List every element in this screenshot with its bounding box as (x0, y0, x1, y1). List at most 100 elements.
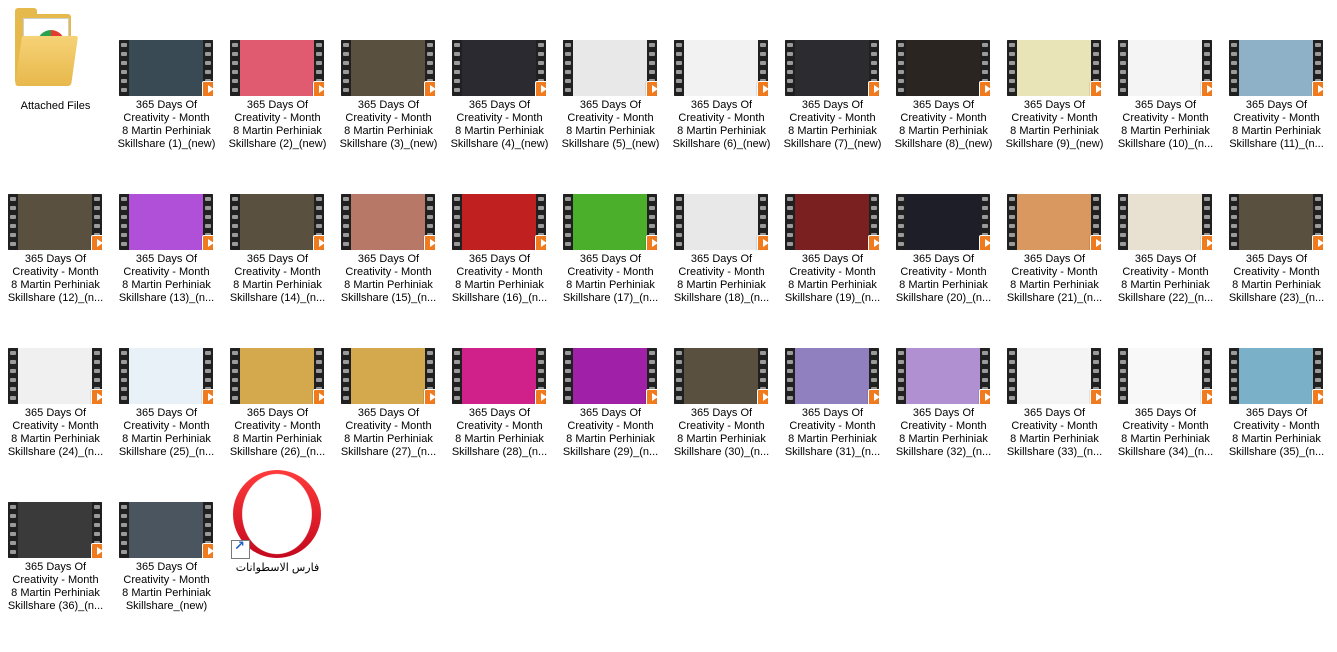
video-thumbnail (230, 40, 324, 96)
video-file-item[interactable]: 365 Days Of Creativity - Month 8 Martin … (444, 348, 555, 498)
video-file-item[interactable]: 365 Days Of Creativity - Month 8 Martin … (444, 40, 555, 190)
video-file-item[interactable]: 365 Days Of Creativity - Month 8 Martin … (666, 194, 777, 344)
video-thumbnail (563, 194, 657, 250)
video-file-label: 365 Days Of Creativity - Month 8 Martin … (673, 407, 770, 458)
play-badge-icon (646, 81, 657, 96)
video-file-item[interactable]: 365 Days Of Creativity - Month 8 Martin … (0, 502, 111, 652)
video-file-item[interactable]: 365 Days Of Creativity - Month 8 Martin … (777, 194, 888, 344)
film-strip-perforation (8, 194, 18, 250)
play-badge-icon (202, 235, 213, 250)
play-badge-icon (868, 235, 879, 250)
play-badge-icon (1312, 235, 1323, 250)
video-file-item[interactable]: 365 Days Of Creativity - Month 8 Martin … (1110, 40, 1221, 190)
video-thumbnail (119, 40, 213, 96)
play-badge-icon (1201, 389, 1212, 404)
video-file-item[interactable]: 365 Days Of Creativity - Month 8 Martin … (1110, 348, 1221, 498)
video-file-label: 365 Days Of Creativity - Month 8 Martin … (7, 407, 104, 458)
film-strip-perforation (341, 194, 351, 250)
video-frame (462, 194, 536, 250)
film-strip-perforation (1118, 348, 1128, 404)
video-thumbnail (119, 502, 213, 558)
video-file-label: 365 Days Of Creativity - Month 8 Martin … (895, 407, 992, 458)
video-file-label: 365 Days Of Creativity - Month 8 Martin … (228, 99, 327, 150)
video-file-item[interactable]: 365 Days Of Creativity - Month 8 Martin … (999, 40, 1110, 190)
play-badge-icon (979, 389, 990, 404)
play-badge-icon (1201, 235, 1212, 250)
film-strip-perforation (785, 348, 795, 404)
video-file-label: 365 Days Of Creativity - Month 8 Martin … (229, 253, 326, 304)
play-badge-icon (424, 81, 435, 96)
film-strip-perforation (896, 194, 906, 250)
opera-shortcut-item[interactable]: فارس الاسطوانات (222, 470, 333, 620)
video-frame (18, 348, 92, 404)
video-frame (573, 194, 647, 250)
video-file-item[interactable]: 365 Days Of Creativity - Month 8 Martin … (333, 348, 444, 498)
film-strip-perforation (1229, 40, 1239, 96)
video-file-item[interactable]: 365 Days Of Creativity - Month 8 Martin … (222, 40, 333, 190)
video-frame (1017, 348, 1091, 404)
video-frame (129, 502, 203, 558)
film-strip-perforation (119, 40, 129, 96)
video-file-item[interactable]: 365 Days Of Creativity - Month 8 Martin … (1221, 40, 1332, 190)
play-badge-icon (646, 389, 657, 404)
video-frame (351, 194, 425, 250)
video-file-item[interactable]: 365 Days Of Creativity - Month 8 Martin … (111, 40, 222, 190)
play-badge-icon (535, 389, 546, 404)
film-strip-perforation (1118, 194, 1128, 250)
video-thumbnail (119, 348, 213, 404)
video-file-label: 365 Days Of Creativity - Month 8 Martin … (673, 253, 770, 304)
video-file-label: 365 Days Of Creativity - Month 8 Martin … (340, 253, 437, 304)
film-strip-perforation (563, 194, 573, 250)
video-file-item[interactable]: 365 Days Of Creativity - Month 8 Martin … (1221, 194, 1332, 344)
video-frame (351, 40, 425, 96)
video-file-item[interactable]: 365 Days Of Creativity - Month 8 Martin … (555, 348, 666, 498)
video-file-item[interactable]: 365 Days Of Creativity - Month 8 Martin … (888, 348, 999, 498)
video-file-label: 365 Days Of Creativity - Month 8 Martin … (229, 407, 326, 458)
video-file-item[interactable]: 365 Days Of Creativity - Month 8 Martin … (555, 40, 666, 190)
video-file-item[interactable]: 365 Days Of Creativity - Month 8 Martin … (888, 40, 999, 190)
video-file-item[interactable]: 365 Days Of Creativity - Month 8 Martin … (555, 194, 666, 344)
video-frame (906, 194, 980, 250)
video-file-label: 365 Days Of Creativity - Month 8 Martin … (339, 99, 438, 150)
video-file-item[interactable]: 365 Days Of Creativity - Month 8 Martin … (0, 348, 111, 498)
video-file-item[interactable]: 365 Days Of Creativity - Month 8 Martin … (1110, 194, 1221, 344)
video-file-item[interactable]: 365 Days Of Creativity - Month 8 Martin … (1221, 348, 1332, 498)
film-strip-perforation (452, 348, 462, 404)
video-file-item[interactable]: 365 Days Of Creativity - Month 8 Martin … (333, 40, 444, 190)
video-file-item[interactable]: 365 Days Of Creativity - Month 8 Martin … (333, 194, 444, 344)
video-thumbnail (8, 194, 102, 250)
video-frame (795, 194, 869, 250)
video-file-item[interactable]: 365 Days Of Creativity - Month 8 Martin … (666, 348, 777, 498)
video-thumbnail (452, 40, 546, 96)
play-badge-icon (202, 543, 213, 558)
film-strip-perforation (230, 348, 240, 404)
video-file-item[interactable]: 365 Days Of Creativity - Month 8 Martin … (444, 194, 555, 344)
video-file-item[interactable]: 365 Days Of Creativity - Month 8 Martin … (111, 194, 222, 344)
film-strip-perforation (896, 40, 906, 96)
folder-label: Attached Files (20, 100, 91, 112)
video-file-label: 365 Days Of Creativity - Month 8 Martin … (1229, 99, 1324, 150)
video-file-item[interactable]: 365 Days Of Creativity - Month 8 Martin … (888, 194, 999, 344)
video-file-item[interactable]: 365 Days Of Creativity - Month 8 Martin … (111, 348, 222, 498)
film-strip-perforation (785, 40, 795, 96)
video-file-item[interactable]: 365 Days Of Creativity - Month 8 Martin … (0, 194, 111, 344)
video-thumbnail (1007, 194, 1101, 250)
video-frame (129, 194, 203, 250)
video-file-item[interactable]: 365 Days Of Creativity - Month 8 Martin … (999, 194, 1110, 344)
video-frame (795, 40, 869, 96)
film-strip-perforation (1229, 348, 1239, 404)
video-file-item[interactable]: 365 Days Of Creativity - Month 8 Martin … (999, 348, 1110, 498)
play-badge-icon (1312, 389, 1323, 404)
folder-attached-files[interactable]: Attached Files (0, 0, 111, 150)
video-file-item[interactable]: 365 Days Of Creativity - Month 8 Martin … (222, 194, 333, 344)
video-file-item[interactable]: 365 Days Of Creativity - Month 8 Martin … (666, 40, 777, 190)
video-file-item[interactable]: 365 Days Of Creativity - Month 8 Martin … (111, 502, 222, 652)
video-thumbnail (785, 348, 879, 404)
video-file-item[interactable]: 365 Days Of Creativity - Month 8 Martin … (777, 40, 888, 190)
video-file-label: 365 Days Of Creativity - Month 8 Martin … (122, 561, 211, 612)
video-file-label: 365 Days Of Creativity - Month 8 Martin … (118, 253, 215, 304)
video-frame (1017, 40, 1091, 96)
video-file-item[interactable]: 365 Days Of Creativity - Month 8 Martin … (777, 348, 888, 498)
shortcut-arrow-icon (231, 539, 250, 559)
film-strip-perforation (674, 40, 684, 96)
